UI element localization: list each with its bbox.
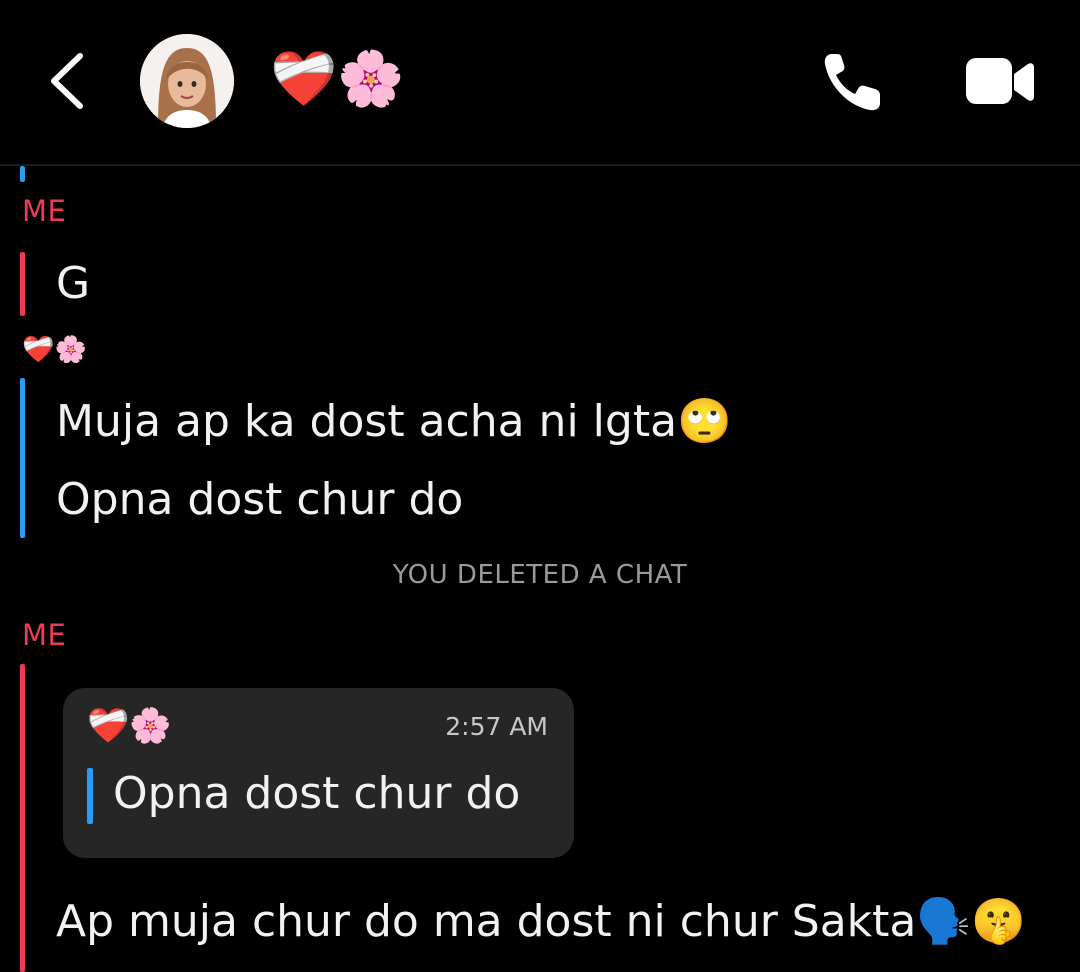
message-text[interactable]: Ap muja chur do ma dost ni chur Sakta🗣️🤫 [56, 894, 1026, 950]
quoted-bar [87, 768, 93, 824]
message-text[interactable]: G [56, 256, 90, 312]
sender-label-me: ME [22, 618, 67, 652]
back-button[interactable] [44, 50, 90, 112]
message-bar-me [20, 664, 25, 972]
back-chevron-icon [51, 53, 83, 109]
video-call-button[interactable] [964, 56, 1036, 108]
system-notice: YOU DELETED A CHAT [392, 560, 688, 590]
sender-label-me: ME [22, 194, 67, 228]
message-text[interactable]: Muja ap ka dost acha ni lgta🙄 [56, 394, 732, 450]
message-text[interactable]: Opna dost chur do [56, 472, 463, 528]
avatar[interactable] [140, 34, 234, 128]
quoted-text: Opna dost chur do [113, 768, 521, 819]
bitmoji-avatar-icon [140, 34, 234, 128]
sender-label-friend: ❤️‍🩹🌸 [22, 335, 88, 365]
chat-header: ❤️‍🩹🌸 [0, 0, 1080, 166]
quoted-sender: ❤️‍🩹🌸 [87, 706, 172, 746]
message-bar-me [20, 252, 25, 316]
quoted-timestamp: 2:57 AM [445, 712, 548, 741]
phone-icon [824, 54, 880, 111]
voice-call-button[interactable] [818, 48, 890, 116]
chat-title[interactable]: ❤️‍🩹🌸 [270, 46, 404, 112]
message-bar-friend [20, 378, 25, 538]
video-camera-icon [966, 58, 1034, 104]
quoted-message[interactable]: ❤️‍🩹🌸 2:57 AM Opna dost chur do [63, 688, 574, 858]
conversation-top-marker [20, 166, 25, 182]
